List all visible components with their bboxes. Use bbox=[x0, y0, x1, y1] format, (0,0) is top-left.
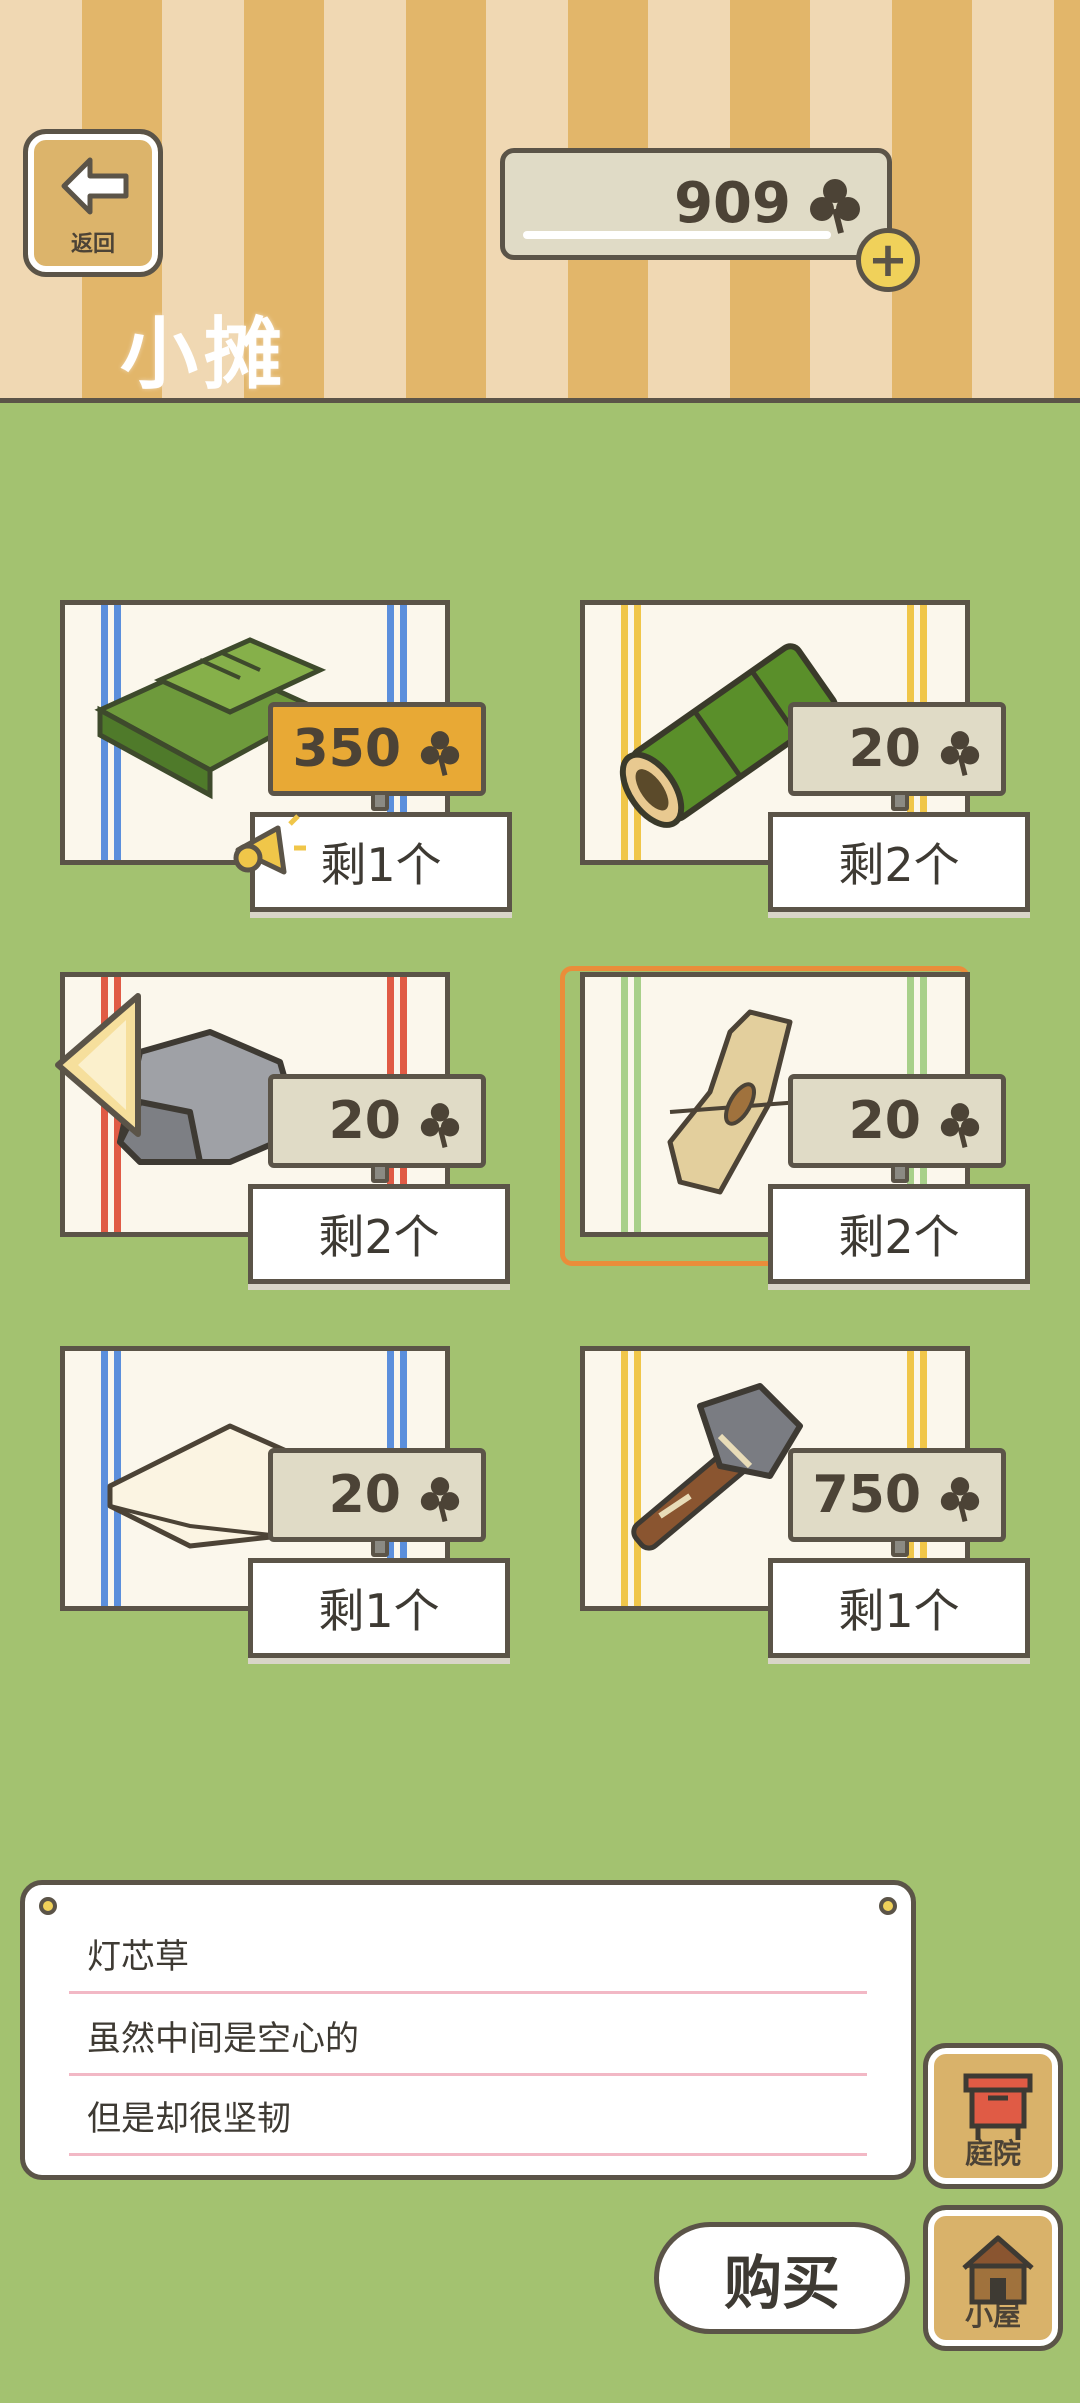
description-title: 灯芯草 bbox=[87, 1937, 189, 1977]
description-line-1: 虽然中间是空心的 bbox=[87, 2019, 359, 2059]
price-value: 20 bbox=[848, 719, 921, 779]
clover-icon bbox=[420, 1103, 460, 1148]
stock-label: 剩2个 bbox=[768, 812, 1030, 912]
pin-icon bbox=[879, 1897, 897, 1915]
pin-icon bbox=[39, 1897, 57, 1915]
add-clover-button[interactable]: + bbox=[856, 228, 920, 292]
clover-icon bbox=[420, 731, 460, 776]
clover-icon bbox=[940, 1103, 980, 1148]
clover-icon bbox=[940, 1477, 980, 1522]
shop-item-stone-axe[interactable]: 750 剩1个 bbox=[560, 1346, 1030, 1676]
stock-label: 剩1个 bbox=[768, 1558, 1030, 1658]
back-button[interactable]: 返回 bbox=[23, 129, 163, 277]
page-title: 小摊 bbox=[120, 310, 289, 400]
item-description-panel: 灯芯草 虽然中间是空心的 但是却很坚韧 bbox=[20, 1880, 916, 2180]
description-line-2: 但是却很坚韧 bbox=[87, 2099, 291, 2139]
house-button[interactable]: 小屋 bbox=[923, 2205, 1063, 2351]
shop-item-maze-board[interactable]: 350 剩1个 bbox=[40, 600, 512, 930]
stock-label: 剩2个 bbox=[768, 1184, 1030, 1284]
clover-icon bbox=[420, 1477, 460, 1522]
left-arrow-icon[interactable] bbox=[50, 990, 150, 1140]
yard-icon bbox=[963, 2073, 1033, 2140]
stock-label: 剩1个 bbox=[248, 1558, 510, 1658]
back-arrow-icon bbox=[61, 157, 129, 215]
clover-icon bbox=[810, 179, 860, 234]
price-value: 20 bbox=[848, 1091, 921, 1151]
shop-item-cloth[interactable]: 20 剩1个 bbox=[40, 1346, 510, 1676]
yard-button[interactable]: 庭院 bbox=[923, 2043, 1063, 2189]
price-value: 350 bbox=[292, 719, 401, 779]
price-tag: 20 bbox=[268, 1074, 486, 1183]
house-icon bbox=[962, 2235, 1034, 2305]
price-tag: 350 bbox=[268, 702, 486, 811]
back-label: 返回 bbox=[70, 232, 115, 257]
buy-button[interactable]: 购买 bbox=[654, 2222, 910, 2334]
clover-icon bbox=[940, 731, 980, 776]
clover-counter: 909 bbox=[500, 148, 892, 260]
price-tag: 20 bbox=[268, 1448, 486, 1557]
price-tag: 20 bbox=[788, 702, 1006, 811]
stock-label: 剩2个 bbox=[248, 1184, 510, 1284]
price-tag: 750 bbox=[788, 1448, 1006, 1557]
shop-item-bamboo[interactable]: 20 剩2个 bbox=[560, 600, 1030, 930]
clover-count: 909 bbox=[674, 171, 791, 236]
megaphone-icon bbox=[233, 814, 306, 875]
price-tag: 20 bbox=[788, 1074, 1006, 1183]
price-value: 20 bbox=[328, 1465, 401, 1525]
shop-item-rush-bundle[interactable]: 20 剩2个 bbox=[560, 972, 1030, 1302]
price-value: 750 bbox=[812, 1465, 921, 1525]
price-value: 20 bbox=[328, 1091, 401, 1151]
